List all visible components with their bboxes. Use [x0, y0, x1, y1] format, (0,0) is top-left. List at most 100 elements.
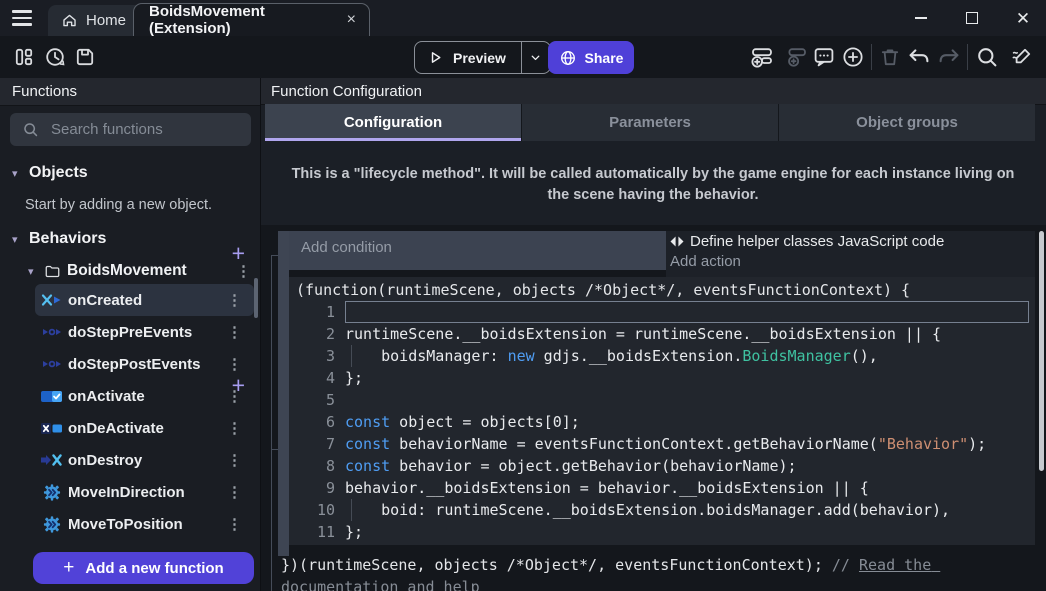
- behavior-function-item[interactable]: MoveToPosition ⋮: [35, 508, 254, 540]
- line-number: 2: [289, 323, 345, 345]
- code-icon: [670, 236, 684, 247]
- sidebar-title: Functions: [0, 78, 260, 106]
- preview-options-chevron-icon[interactable]: [522, 42, 550, 73]
- line-content: const object = objects[0];: [345, 411, 1029, 433]
- line-number: 9: [289, 477, 345, 499]
- code-line: 10 boid: runtimeScene.__boidsExtension.b…: [289, 499, 1035, 521]
- search-input[interactable]: [49, 120, 223, 139]
- configuration-tabs: Configuration Parameters Object groups: [265, 104, 1035, 141]
- main-panel-title: Function Configuration: [261, 78, 1046, 105]
- code-line: 5: [289, 389, 1035, 411]
- behavior-function-item[interactable]: onCreated ⋮: [35, 284, 254, 316]
- share-label: Share: [585, 50, 624, 66]
- tab-extension-label: BoidsMovement (Extension): [149, 3, 347, 37]
- item-menu-icon[interactable]: ⋮: [217, 451, 252, 469]
- behaviors-label: Behaviors: [29, 230, 106, 248]
- item-menu-icon[interactable]: ⋮: [217, 419, 252, 437]
- line-content: const behavior = object.getBehavior(beha…: [345, 455, 1029, 477]
- globe-icon: [559, 49, 577, 67]
- home-icon: [61, 12, 78, 29]
- step-icon: [40, 356, 63, 372]
- behavior-folder-row[interactable]: ▾ BoidsMovement ⋮: [0, 256, 261, 286]
- code-line: 2 runtimeScene.__boidsExtension = runtim…: [289, 323, 1035, 345]
- tab-home-label: Home: [86, 12, 126, 29]
- search-icon[interactable]: [975, 45, 999, 69]
- circle-plus-icon[interactable]: [841, 45, 865, 69]
- tab-object-groups[interactable]: Object groups: [779, 104, 1035, 141]
- sidebar-scrollbar[interactable]: [254, 278, 258, 318]
- item-menu-icon[interactable]: ⋮: [217, 291, 252, 309]
- code-line: 6 const object = objects[0];: [289, 411, 1035, 433]
- chevron-down-icon[interactable]: ▾: [12, 233, 24, 246]
- history-icon[interactable]: [43, 45, 67, 69]
- activate-icon: [40, 388, 63, 404]
- maximize-icon[interactable]: [963, 9, 981, 27]
- line-number: 1: [289, 301, 345, 323]
- behavior-function-item[interactable]: onDestroy ⋮: [35, 444, 254, 476]
- project-manager-icon[interactable]: [12, 45, 36, 69]
- events-scrollbar[interactable]: [1039, 231, 1044, 471]
- lifecycle-description: This is a "lifecycle method". It will be…: [283, 164, 1023, 206]
- line-number: 8: [289, 455, 345, 477]
- item-menu-icon[interactable]: ⋮: [217, 515, 252, 533]
- window-close-icon[interactable]: ✕: [1014, 9, 1032, 27]
- behavior-function-item[interactable]: doStepPreEvents ⋮: [35, 316, 254, 348]
- edit-extension-icon[interactable]: [1010, 45, 1034, 69]
- code-wrapper-header: (function(runtimeScene, objects /*Object…: [289, 279, 1035, 301]
- chevron-down-icon[interactable]: ▾: [28, 265, 40, 278]
- line-content: const behaviorName = eventsFunctionConte…: [345, 433, 1029, 455]
- add-comment-icon[interactable]: [812, 45, 836, 69]
- minimize-icon[interactable]: [912, 9, 930, 27]
- line-content: behavior.__boidsExtension = behavior.__b…: [345, 477, 1029, 499]
- close-tab-icon[interactable]: ×: [347, 12, 356, 28]
- line-number: 11: [289, 521, 345, 543]
- tab-home[interactable]: Home: [48, 5, 142, 36]
- save-icon[interactable]: [73, 45, 97, 69]
- behavior-function-item[interactable]: MoveInDirection ⋮: [35, 476, 254, 508]
- item-menu-icon[interactable]: ⋮: [217, 323, 252, 341]
- chevron-down-icon[interactable]: ▾: [12, 167, 24, 180]
- behavior-function-item[interactable]: onActivate ⋮: [35, 380, 254, 412]
- add-subevent-icon: [784, 45, 808, 69]
- divider: [871, 44, 872, 70]
- line-content: boidsManager: new gdjs.__boidsExtension.…: [345, 345, 1029, 367]
- code-line: 11 };: [289, 521, 1035, 543]
- add-event-icon[interactable]: [750, 45, 774, 69]
- item-menu-icon[interactable]: ⋮: [217, 355, 252, 373]
- gear-icon: [40, 516, 63, 532]
- item-menu-icon[interactable]: ⋮: [217, 387, 252, 405]
- behavior-function-item[interactable]: doStepPostEvents ⋮: [35, 348, 254, 380]
- add-condition-button[interactable]: Add condition: [289, 231, 666, 270]
- js-event-title[interactable]: Define helper classes JavaScript code: [670, 233, 1035, 250]
- preview-label: Preview: [453, 50, 506, 66]
- behaviors-section-header: ▾ Behaviors +: [0, 224, 261, 254]
- code-line: 3 boidsManager: new gdjs.__boidsExtensio…: [289, 345, 1035, 367]
- line-content: };: [345, 367, 1029, 389]
- tab-parameters[interactable]: Parameters: [522, 104, 778, 141]
- item-menu-icon[interactable]: ⋮: [217, 483, 252, 501]
- play-icon: [427, 49, 444, 66]
- line-content: runtimeScene.__boidsExtension = runtimeS…: [345, 323, 1029, 345]
- event-indent-line: [271, 255, 272, 591]
- objects-empty-text: Start by adding a new object.: [25, 197, 212, 213]
- plus-icon: +: [63, 557, 74, 579]
- undo-icon[interactable]: [907, 45, 931, 69]
- share-button[interactable]: Share: [548, 41, 634, 74]
- line-content: boid: runtimeScene.__boidsExtension.boid…: [345, 499, 1029, 521]
- gear-icon: [40, 484, 63, 500]
- search-functions-box[interactable]: [10, 113, 251, 146]
- add-function-button[interactable]: + Add a new function: [33, 552, 254, 584]
- event-drag-handle[interactable]: [278, 231, 289, 556]
- behavior-function-item[interactable]: onDeActivate ⋮: [35, 412, 254, 444]
- preview-button[interactable]: Preview: [414, 41, 551, 74]
- objects-section-header: ▾ Objects +: [0, 158, 261, 188]
- js-code-editor[interactable]: (function(runtimeScene, objects /*Object…: [289, 277, 1035, 545]
- code-line: 9 behavior.__boidsExtension = behavior._…: [289, 477, 1035, 499]
- add-action-button[interactable]: Add action: [670, 253, 1035, 270]
- tab-extension[interactable]: BoidsMovement (Extension) ×: [133, 3, 370, 36]
- main-menu-icon[interactable]: [10, 6, 34, 30]
- line-number: 3: [289, 345, 345, 367]
- objects-label: Objects: [29, 164, 88, 182]
- destroy-icon: [40, 452, 63, 468]
- tab-configuration[interactable]: Configuration: [265, 104, 521, 141]
